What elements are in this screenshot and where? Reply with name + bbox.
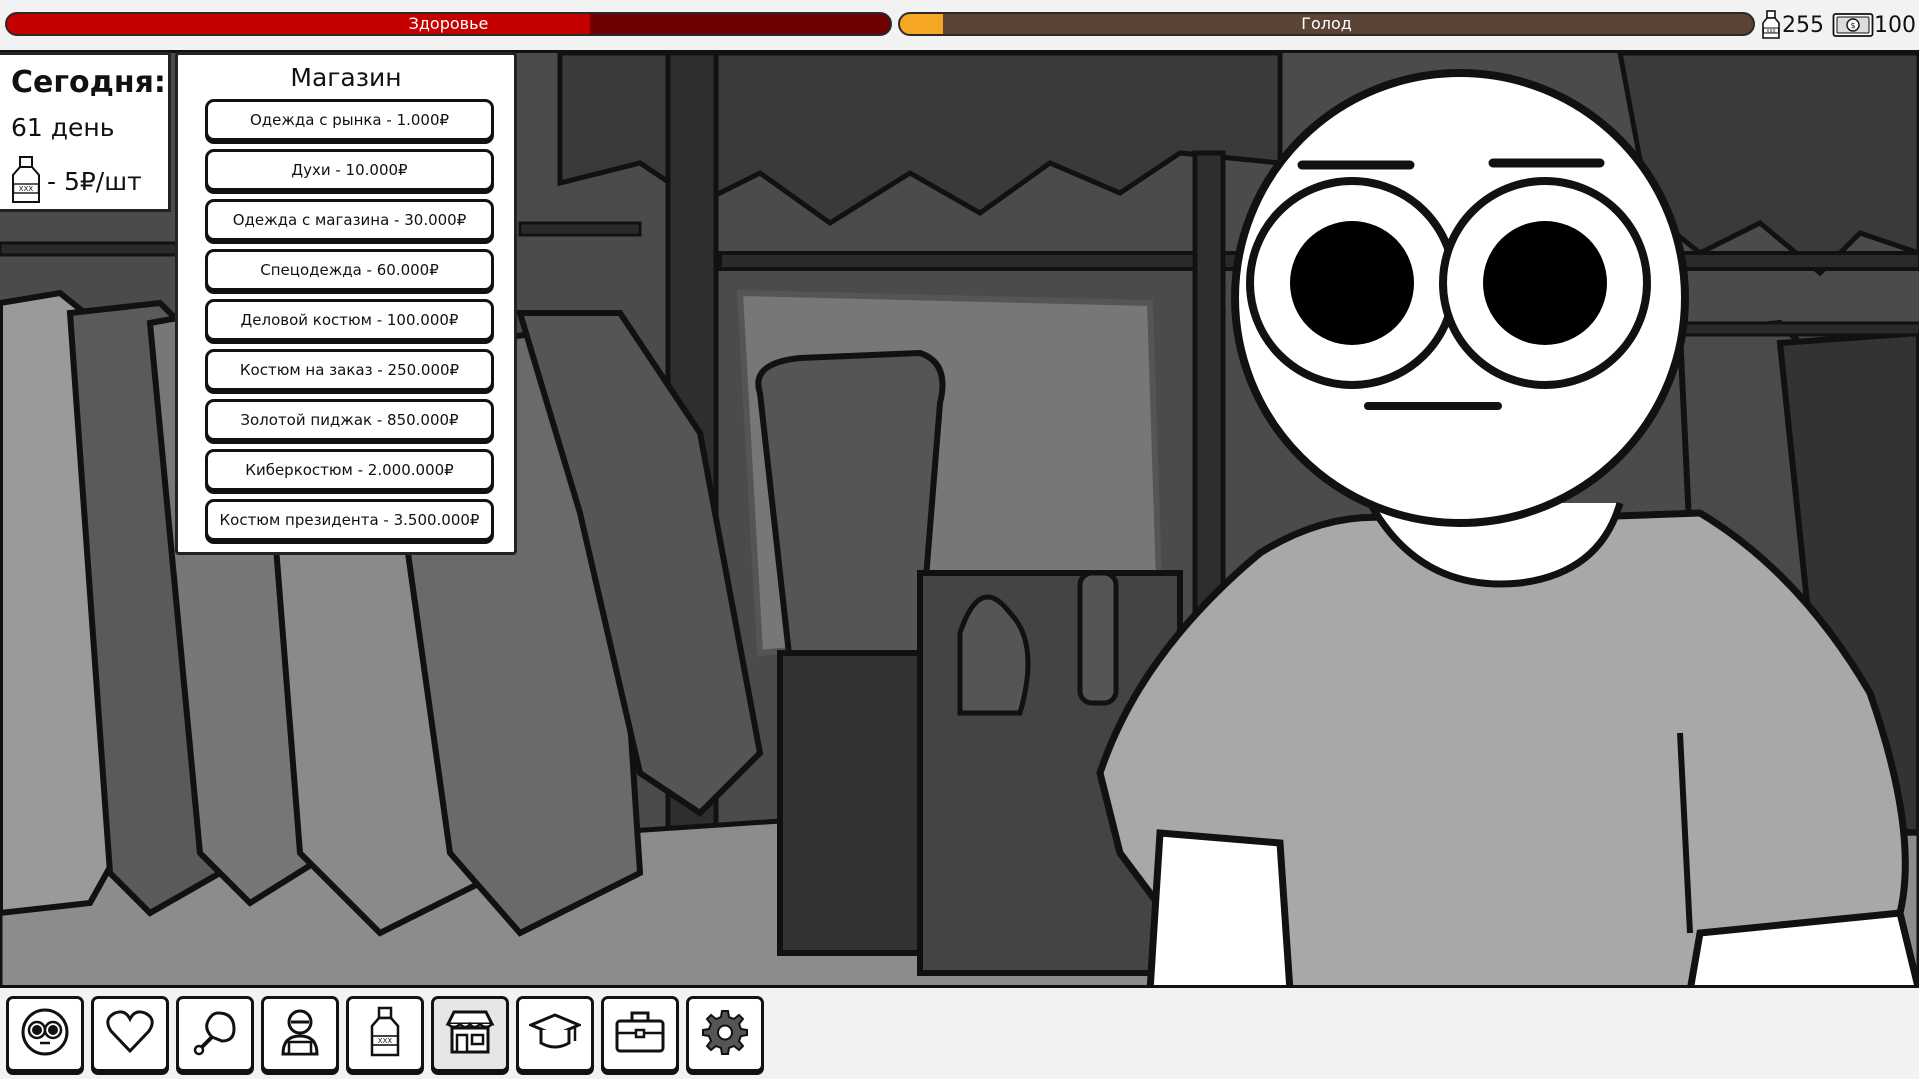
bottles-count: 255 [1782, 12, 1824, 38]
gear-icon [701, 1008, 749, 1060]
day-counter: 61 день [11, 113, 115, 142]
svg-text:$: $ [1850, 21, 1855, 30]
health-label: Здоровье [408, 14, 489, 33]
bottle-icon: XXX [368, 1006, 402, 1062]
shop-panel: Магазин Одежда с рынка - 1.000₽ Духи - 1… [175, 52, 517, 555]
job-button[interactable] [601, 996, 679, 1072]
graduation-cap-icon [527, 1009, 583, 1059]
shop-item-business-suit[interactable]: Деловой костюм - 100.000₽ [205, 299, 494, 341]
meat-icon [190, 1007, 240, 1061]
svg-text:XXX: XXX [1766, 28, 1775, 34]
today-label: Сегодня: [11, 65, 166, 100]
bottle-icon: XXX [10, 155, 42, 209]
bottles-counter: XXX 255 [1760, 10, 1824, 40]
bottle-price: - 5₽/шт [47, 167, 142, 196]
briefcase-icon [614, 1009, 666, 1059]
health-bar: Здоровье [5, 12, 892, 36]
shop-button[interactable] [431, 996, 509, 1072]
shop-item-custom-suit[interactable]: Костюм на заказ - 250.000₽ [205, 349, 494, 391]
face-icon [19, 1006, 71, 1062]
hunger-bar: Голод [898, 12, 1755, 36]
money-icon: $ [1832, 12, 1874, 38]
bottom-toolbar: XXX [0, 988, 1919, 1079]
hunger-label: Голод [1301, 14, 1352, 33]
hacker-icon [275, 1006, 325, 1062]
status-bar: Здоровье Голод XXX 255 $ 100 [0, 0, 1919, 50]
settings-button[interactable] [686, 996, 764, 1072]
shop-items-list: Одежда с рынка - 1.000₽ Духи - 10.000₽ О… [205, 99, 494, 549]
shop-title: Магазин [290, 63, 402, 92]
food-button[interactable] [176, 996, 254, 1072]
shop-item-market-clothes[interactable]: Одежда с рынка - 1.000₽ [205, 99, 494, 141]
health-button[interactable] [91, 996, 169, 1072]
shop-item-workwear[interactable]: Спецодежда - 60.000₽ [205, 249, 494, 291]
heart-icon [105, 1009, 155, 1059]
shop-item-perfume[interactable]: Духи - 10.000₽ [205, 149, 494, 191]
shop-item-cybersuit[interactable]: Киберкостюм - 2.000.000₽ [205, 449, 494, 491]
money-count: 100 [1874, 12, 1916, 38]
shop-item-president-suit[interactable]: Костюм президента - 3.500.000₽ [205, 499, 494, 541]
money-counter: $ 100 [1832, 10, 1916, 40]
education-button[interactable] [516, 996, 594, 1072]
bottles-button[interactable]: XXX [346, 996, 424, 1072]
svg-text:XXX: XXX [19, 185, 34, 193]
work-button[interactable] [261, 996, 339, 1072]
svg-text:XXX: XXX [378, 1037, 393, 1045]
shop-item-golden-jacket[interactable]: Золотой пиджак - 850.000₽ [205, 399, 494, 441]
shop-item-store-clothes[interactable]: Одежда с магазина - 30.000₽ [205, 199, 494, 241]
character-button[interactable] [6, 996, 84, 1072]
bottle-icon: XXX [1760, 10, 1782, 40]
day-info-panel: Сегодня: 61 день XXX - 5₽/шт [0, 52, 171, 212]
shop-icon [444, 1008, 496, 1060]
